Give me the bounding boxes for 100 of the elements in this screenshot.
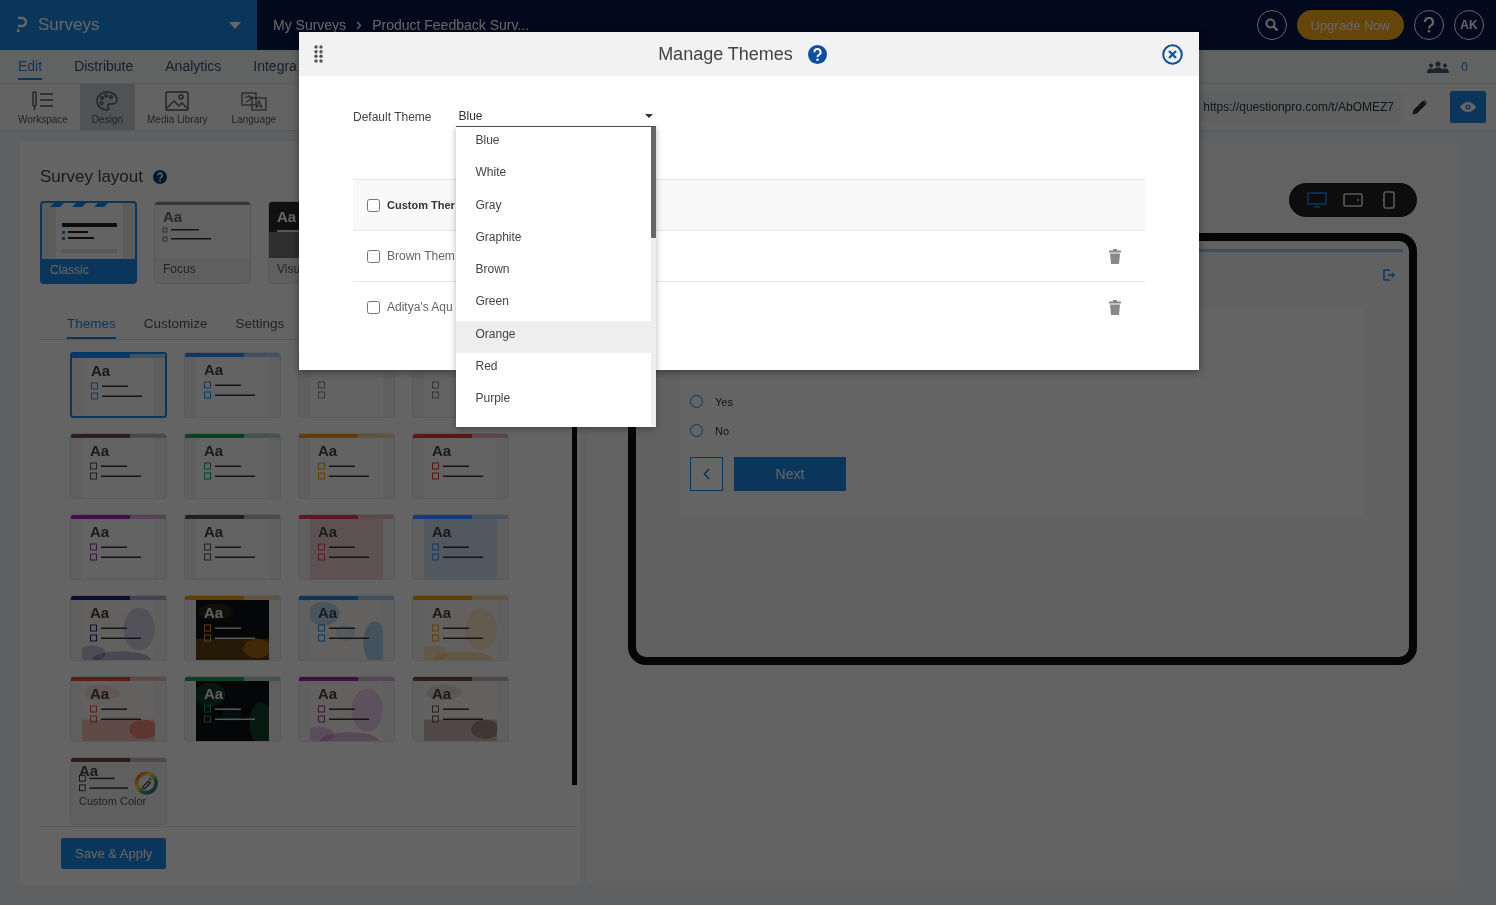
product-name: Surveys	[38, 15, 101, 35]
theme-card[interactable]: Aa	[298, 595, 395, 661]
layout-card[interactable]: Classic	[40, 201, 137, 284]
checklist-drawing	[90, 462, 141, 480]
checklist-drawing	[90, 705, 141, 723]
option-label: No	[715, 424, 730, 437]
panel-tab[interactable]: Customize	[143, 314, 208, 339]
theme-card[interactable]: Aa	[184, 352, 281, 418]
design-icon	[94, 89, 121, 112]
panel-tab[interactable]: Themes	[67, 314, 116, 339]
theme-card[interactable]: Aa	[412, 676, 509, 742]
checklist-drawing	[432, 705, 483, 723]
theme-card[interactable]: Aa	[298, 676, 395, 742]
checklist-drawing	[90, 543, 141, 561]
dropdown-option[interactable]: Purple	[455, 385, 651, 418]
drag-handle-icon[interactable]	[314, 45, 323, 63]
dropdown-option[interactable]: Gray	[455, 191, 651, 224]
eye-icon	[1460, 102, 1476, 112]
theme-card[interactable]: Aa	[412, 595, 509, 661]
help-icon[interactable]	[807, 44, 827, 64]
menu-tab[interactable]: Distribute	[74, 53, 134, 80]
dropdown-option[interactable]: White	[455, 159, 651, 192]
theme-card[interactable]: Aa	[184, 595, 281, 661]
breadcrumb-link[interactable]: My Surveys	[273, 17, 347, 33]
theme-card[interactable]: Aa	[298, 514, 395, 580]
field-label: Default Theme	[353, 110, 432, 124]
toolbar-button[interactable]: Media Library	[135, 84, 220, 130]
exit-icon[interactable]	[1383, 268, 1395, 281]
upgrade-button[interactable]: Upgrade Now	[1296, 10, 1404, 40]
checklist-drawing	[91, 382, 142, 400]
checklist-drawing	[204, 543, 255, 561]
theme-card[interactable]: Aa	[70, 352, 167, 418]
checklist-drawing	[432, 624, 483, 642]
breadcrumb-link[interactable]: Product Feedback Surv...	[372, 17, 530, 33]
sample-text: Aa	[204, 523, 225, 540]
sample-text: Aa	[90, 604, 111, 621]
theme-card[interactable]: Aa	[412, 433, 509, 499]
checkbox[interactable]	[367, 198, 380, 212]
toolbar-button[interactable]: Workspace	[6, 84, 80, 130]
language-icon	[240, 89, 267, 112]
chevron-icon	[356, 20, 363, 30]
panel-tab[interactable]: Settings	[235, 314, 285, 339]
pencil-icon[interactable]	[1412, 99, 1428, 115]
theme-card[interactable]: Aa	[70, 595, 167, 661]
theme-card[interactable]: Aa	[412, 514, 509, 580]
theme-card[interactable]: Aa	[70, 514, 167, 580]
help-icon[interactable]	[153, 170, 167, 184]
product-switcher[interactable]: Surveys	[0, 0, 257, 50]
checklist-drawing	[318, 543, 369, 561]
checklist-drawing	[318, 462, 369, 480]
menu-tab[interactable]: Integra	[253, 53, 297, 80]
dropdown-option[interactable]: Brown	[455, 256, 651, 289]
toolbar-button[interactable]: Language	[219, 84, 289, 130]
checkbox[interactable]	[367, 300, 380, 314]
theme-card[interactable]: Aa	[184, 676, 281, 742]
checklist-drawing	[318, 624, 369, 642]
checklist-drawing	[432, 543, 483, 561]
dropdown-option[interactable]: Graphite	[455, 223, 651, 257]
dialog-title: Manage Themes	[658, 43, 793, 65]
theme-card[interactable]: Aa	[298, 433, 395, 499]
trash-icon[interactable]	[1109, 248, 1121, 264]
save-apply-button[interactable]: Save & Apply	[61, 838, 167, 869]
dropdown-option[interactable]: Green	[455, 288, 651, 321]
dropdown-option[interactable]: Red	[455, 353, 651, 386]
search-icon	[1264, 18, 1279, 32]
trash-icon[interactable]	[1109, 299, 1121, 315]
sample-text: Aa	[90, 523, 111, 540]
close-icon[interactable]	[1162, 43, 1183, 65]
menu-tab[interactable]: Edit	[18, 53, 43, 80]
column-header: Custom Ther	[387, 199, 455, 211]
option-label: Yes	[715, 395, 733, 408]
dropdown-option[interactable]: Blue	[455, 127, 651, 160]
theme-card[interactable]: Aa	[184, 433, 281, 499]
dropdown-option[interactable]: Orange	[455, 320, 651, 354]
media-icon	[164, 89, 191, 112]
checklist-drawing	[432, 462, 483, 480]
checklist-drawing	[204, 624, 255, 642]
back-button[interactable]	[690, 457, 723, 491]
section-title: Survey layout	[40, 167, 143, 187]
color-wheel-icon	[134, 771, 158, 795]
theme-card[interactable]: Aa	[184, 514, 281, 580]
theme-card[interactable]: Aa	[70, 433, 167, 499]
custom-color-card[interactable]: Aa Custom Color	[70, 757, 167, 825]
theme-name: Brown Them	[387, 249, 455, 263]
checkbox-drawing	[318, 381, 325, 399]
caret-icon	[644, 114, 653, 118]
chevron-left-icon	[702, 468, 711, 480]
sample-text: Aa	[318, 442, 339, 459]
preview-button[interactable]	[1450, 91, 1486, 123]
card-label: Custom Color	[79, 795, 148, 807]
sample-text: Aa	[432, 442, 453, 459]
layout-card[interactable]: Aa Focus	[154, 201, 251, 284]
checklist-drawing	[90, 624, 141, 642]
next-button[interactable]: Next	[734, 457, 846, 491]
theme-card[interactable]: Aa	[70, 676, 167, 742]
checkbox[interactable]	[367, 249, 380, 263]
checklist-drawing	[204, 381, 255, 399]
menu-tab[interactable]: Analytics	[165, 53, 222, 80]
sample-text: Aa	[204, 604, 225, 621]
sample-text: Aa	[204, 361, 225, 378]
